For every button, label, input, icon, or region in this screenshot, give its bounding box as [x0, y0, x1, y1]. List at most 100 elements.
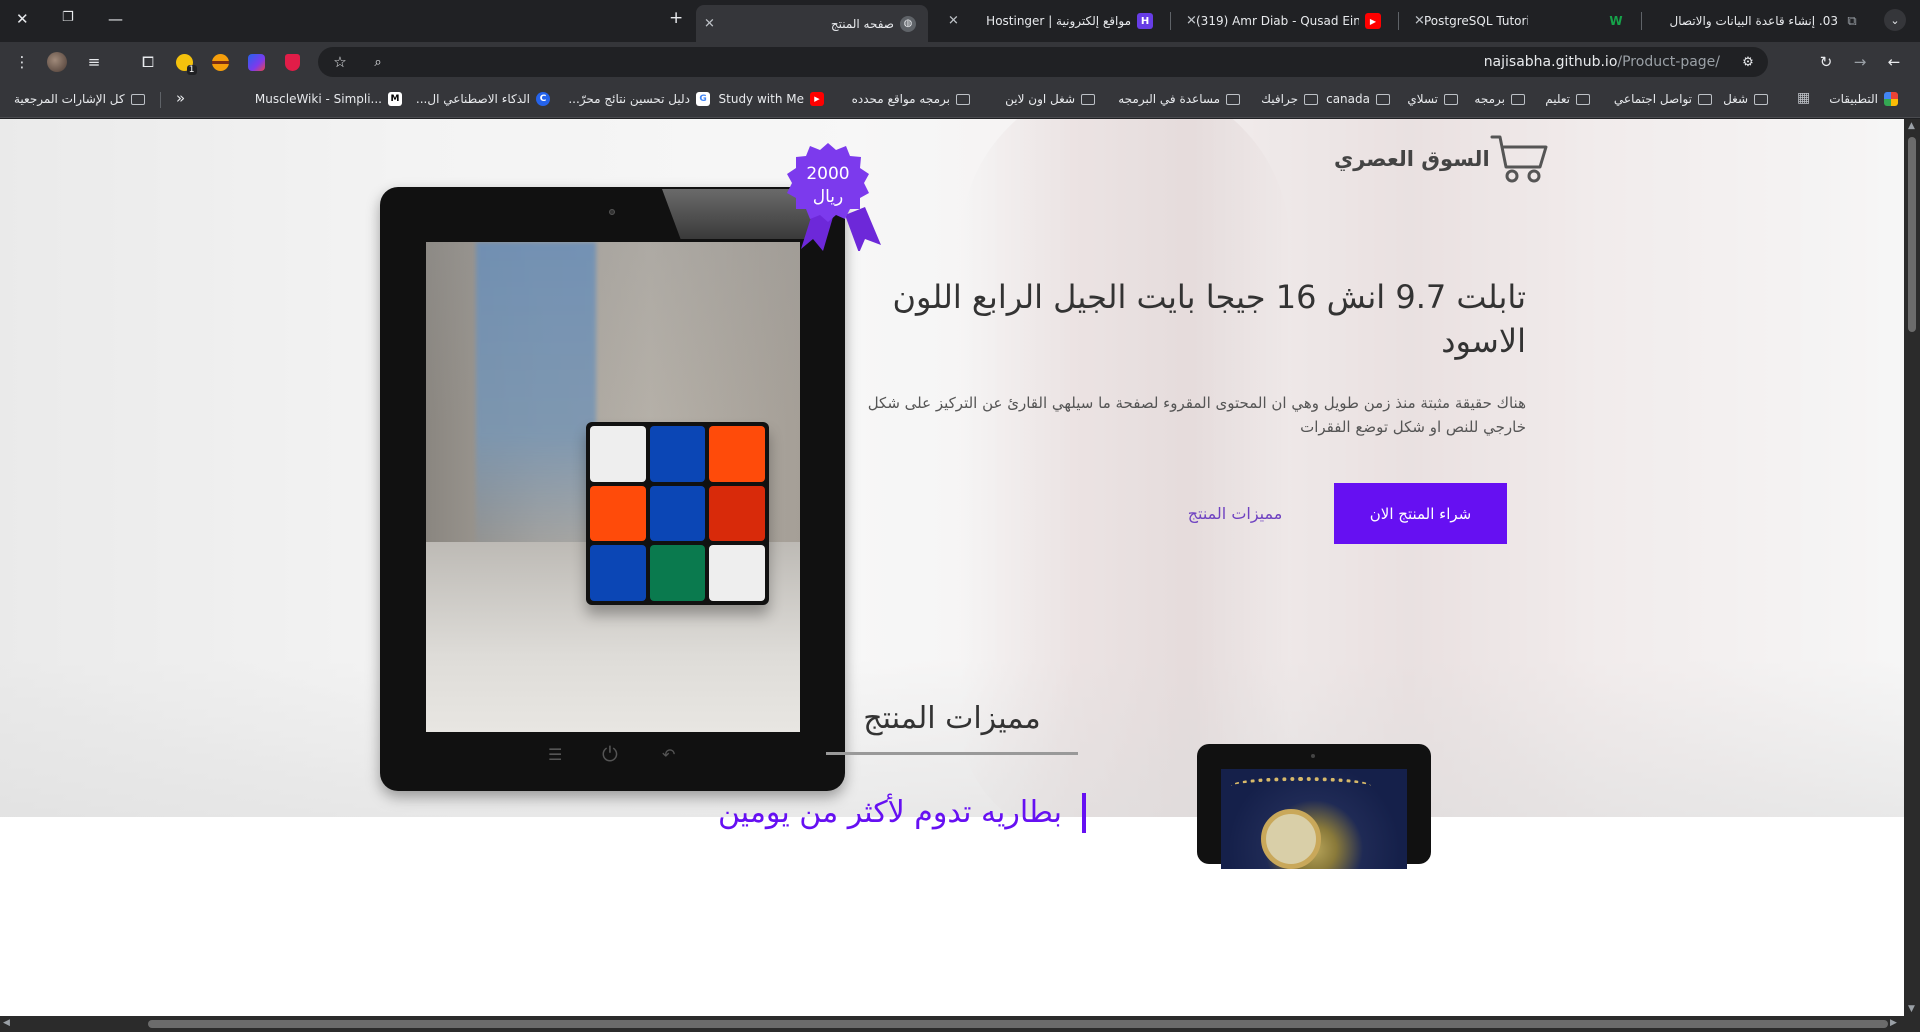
close-tab-icon[interactable]: ✕ — [1186, 14, 1197, 29]
tab-search-chevron-icon[interactable]: ⌄ — [1884, 9, 1906, 31]
bookmark-label: Study with Me — [718, 92, 804, 106]
features-section-title: مميزات المنتج — [863, 701, 1041, 736]
vertical-scroll-thumb[interactable] — [1908, 137, 1916, 332]
close-tab-icon[interactable]: ✕ — [1414, 14, 1425, 29]
bookmark-folder[interactable]: canada — [1326, 92, 1390, 106]
bookmark-folder[interactable]: تسلاي — [1407, 92, 1458, 106]
lens-search-icon[interactable]: ⌕ — [366, 50, 390, 74]
close-window-icon[interactable]: ✕ — [16, 10, 29, 28]
tab-separator — [1170, 12, 1171, 30]
musclewiki-icon: M — [388, 92, 402, 106]
reading-list-icon[interactable]: ≡ — [82, 50, 106, 74]
tablet-power-icon: ⏻ — [602, 742, 618, 766]
scroll-right-icon[interactable]: ▶ — [1890, 1018, 1897, 1028]
close-tab-icon[interactable]: ✕ — [948, 14, 959, 29]
feature-tablet-image — [1197, 744, 1431, 869]
scroll-left-icon[interactable]: ◀ — [3, 1018, 10, 1028]
horizontal-scrollbar[interactable]: ◀ ▶ — [0, 1016, 1920, 1032]
c-icon: C — [536, 92, 550, 106]
price-badge: 2000 ريال — [783, 141, 873, 231]
site-settings-icon[interactable]: ⚙ — [1736, 50, 1760, 74]
avatar[interactable] — [45, 50, 69, 74]
page-viewport: السوق العصري ☰ ⏻ ↶ 2000 ريال تابلت 9.7 ا… — [0, 119, 1904, 1016]
bookmark-link[interactable]: MuscleWiki - Simpli... M — [255, 92, 402, 106]
menu-dots-icon[interactable]: ⋮ — [10, 50, 34, 74]
price-currency: ريال — [812, 187, 844, 207]
tab-separator — [1398, 12, 1399, 30]
cube-sticker — [709, 545, 765, 601]
ublock-shield-icon[interactable] — [280, 50, 304, 74]
bookmark-folder[interactable]: مساعدة في البرمجه — [1118, 92, 1240, 106]
forward-icon[interactable]: → — [1848, 50, 1872, 74]
price-ribbon: 2000 ريال — [783, 141, 893, 251]
bookmark-link[interactable]: C الذكاء الاصطناعي ال... — [416, 92, 550, 106]
bookmark-folder[interactable]: شغل اون لاين — [1005, 92, 1095, 106]
bookmark-label: تعليم — [1545, 92, 1570, 106]
vertical-scrollbar[interactable]: ▲ ▼ — [1904, 119, 1920, 1016]
tab-postgresql[interactable]: W PostgreSQL Tutorial ✕ — [1406, 6, 1636, 36]
bookmark-folder[interactable]: شغل — [1723, 92, 1768, 106]
extension-yellow-icon[interactable]: 1 — [172, 50, 197, 75]
feature-tablet-screen — [1221, 769, 1407, 869]
more-bookmarks-icon[interactable]: » — [176, 89, 185, 107]
bookmark-folder[interactable]: برمجه — [1474, 92, 1525, 106]
url-text[interactable]: najisabha.github.io/Product-page/ — [1484, 54, 1720, 70]
extension-badge: 1 — [186, 64, 197, 75]
folder-icon — [1444, 93, 1458, 105]
folder-icon — [1304, 93, 1318, 105]
tab-product-page[interactable]: ◍ صفحه المنتج ✕ — [696, 5, 928, 42]
tab-title: 03. إنشاء قاعدة البيانات والاتصال — [1669, 14, 1838, 28]
reload-icon[interactable]: ↻ — [1814, 50, 1838, 74]
extensions-icon[interactable]: ⧠ — [136, 50, 160, 74]
product-features-link[interactable]: مميزات المنتج — [1160, 483, 1310, 544]
close-tab-icon[interactable]: ✕ — [704, 16, 715, 31]
restore-window-icon[interactable]: ❐ — [62, 10, 74, 25]
tab-hostinger[interactable]: H مواقع إلكترونية | Hostinger ✕ — [940, 6, 1165, 36]
bookmark-folder[interactable]: جرافيك — [1261, 92, 1318, 106]
scroll-up-icon[interactable]: ▲ — [1908, 121, 1915, 131]
folder-icon — [1226, 93, 1240, 105]
globe-icon: ◍ — [900, 15, 916, 32]
tab-title: (319) Amr Diab - Qusad Einy | ... — [1196, 14, 1359, 28]
bookmark-link[interactable]: Study with Me ▶ — [719, 92, 824, 106]
bookmark-label: دليل تحسين نتائج محرّ... — [568, 92, 690, 106]
back-icon[interactable]: ← — [1882, 50, 1906, 74]
horizontal-scroll-thumb[interactable] — [148, 1020, 1888, 1028]
url-path: /Product-page/ — [1617, 54, 1720, 70]
bookmark-apps[interactable]: التطبيقات — [1829, 92, 1898, 106]
bookmark-star-icon[interactable]: ☆ — [328, 50, 352, 74]
bookmark-folder[interactable]: تواصل اجتماعي — [1614, 92, 1712, 106]
tab-database[interactable]: ⧉ 03. إنشاء قاعدة البيانات والاتصال — [1648, 6, 1872, 36]
extension-edit-icon[interactable] — [244, 50, 268, 74]
price-amount: 2000 — [806, 164, 850, 185]
bookmark-link[interactable]: G دليل تحسين نتائج محرّ... — [568, 92, 710, 106]
bookmark-label: برمجه مواقع محدده — [851, 92, 950, 106]
bookmarks-bar: التطبيقات ▦ شغل تواصل اجتماعي تعليم برمج… — [0, 82, 1920, 118]
buy-now-button[interactable]: شراء المنتج الان — [1334, 483, 1507, 544]
folder-icon — [1698, 93, 1712, 105]
site-logo[interactable]: السوق العصري — [1328, 133, 1550, 185]
new-tab-button[interactable]: + — [669, 8, 683, 28]
shopping-cart-icon — [1490, 135, 1548, 183]
tablet-menu-icon: ☰ — [548, 745, 563, 764]
grid-icon[interactable]: ▦ — [1797, 90, 1810, 106]
bookmark-folder[interactable]: برمجه مواقع محدده — [852, 92, 970, 106]
cube-sticker — [590, 485, 646, 542]
hostinger-icon: H — [1137, 13, 1153, 29]
bookmarks-divider — [160, 92, 161, 108]
google-icon: G — [696, 92, 710, 106]
cube-sticker — [649, 485, 706, 542]
bookmark-label: كل الإشارات المرجعية — [14, 92, 125, 106]
bookmark-label: MuscleWiki - Simpli... — [254, 92, 382, 106]
bookmark-label: canada — [1326, 92, 1370, 106]
extension-burger-icon[interactable] — [208, 50, 232, 74]
tab-title: صفحه المنتج — [830, 16, 894, 31]
bookmark-folder[interactable]: تعليم — [1545, 92, 1590, 106]
minimize-window-icon[interactable]: — — [108, 10, 123, 28]
screen-blur — [476, 242, 596, 562]
address-bar[interactable]: ☆ ⌕ najisabha.github.io/Product-page/ ⚙ — [318, 47, 1768, 77]
tab-youtube[interactable]: ▶ (319) Amr Diab - Qusad Einy | ... ✕ — [1178, 6, 1393, 36]
all-bookmarks[interactable]: كل الإشارات المرجعية — [14, 92, 145, 106]
tab-separator — [1641, 12, 1642, 30]
scroll-down-icon[interactable]: ▼ — [1908, 1004, 1915, 1014]
